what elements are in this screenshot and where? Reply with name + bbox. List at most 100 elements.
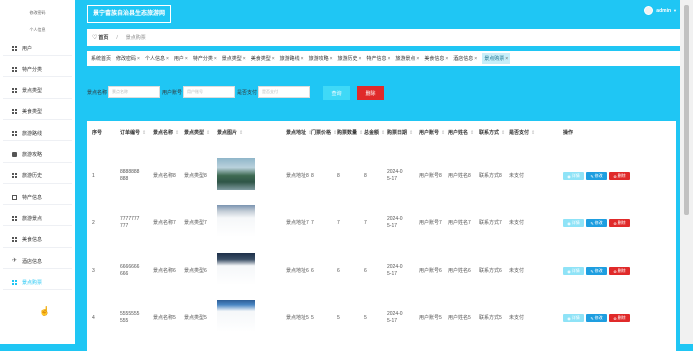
batch-delete-button[interactable]: 删除 [357,86,384,100]
sidebar-item[interactable]: 旅游历史 [3,169,72,184]
detail-button[interactable]: ◉ 详情 [563,172,584,180]
column-header[interactable]: 景点类型 ⇕ [184,129,210,136]
column-header[interactable]: 订单编号 ⇕ [120,129,146,136]
detail-button[interactable]: ◉ 详情 [563,219,584,227]
close-icon[interactable]: × [416,56,419,62]
close-icon[interactable]: × [137,56,140,62]
close-icon[interactable]: × [272,56,275,62]
sort-icon[interactable]: ⇕ [470,130,474,136]
table-cell: 景点名称5 [153,315,176,321]
tab[interactable]: 旅游攻略× [309,55,333,62]
user-menu[interactable]: admin ▼ [644,6,677,15]
user-filter-input[interactable]: 用户账号 [183,86,236,98]
sidebar-item[interactable]: 景点购票 [3,275,72,291]
sort-icon[interactable]: ⇕ [175,130,179,136]
column-header[interactable]: 景点名称 ⇕ [153,129,179,136]
pencil-icon: ✎ [590,173,594,179]
tab[interactable]: 修改密码× [116,55,140,62]
table-cell: 景点地址7 [286,220,309,226]
sort-icon[interactable]: ⇕ [501,130,505,136]
close-icon[interactable]: × [301,56,304,62]
close-icon[interactable]: × [474,56,477,62]
search-button[interactable]: 查询 [323,86,350,100]
sidebar-item[interactable]: ✈ 酒店信息 [3,254,72,269]
sort-icon[interactable]: ⇕ [142,130,146,136]
table-cell: 7 [364,220,367,226]
tab[interactable]: 特产信息× [366,55,390,62]
tab-label: 个人信息 [144,56,165,62]
delete-button[interactable]: ⊗ 删除 [609,172,630,180]
scenic-thumbnail[interactable] [217,253,255,285]
edit-button[interactable]: ✎ 修改 [586,172,607,180]
close-icon[interactable]: × [387,56,390,62]
tab[interactable]: 景点购票× [482,53,511,64]
sort-icon[interactable]: ⇕ [239,130,243,136]
sidebar-item[interactable]: 景点类型 [3,84,72,99]
sort-icon[interactable]: ⇕ [381,130,385,136]
profile-link[interactable]: 个人信息 [0,27,75,33]
tab[interactable]: 旅游景点× [395,55,419,62]
change-password-link[interactable]: 修改密码 [0,10,75,16]
sidebar-item[interactable]: 美食信息 [3,233,72,248]
edit-button[interactable]: ✎ 修改 [586,219,607,227]
tab[interactable]: 旅游路线× [280,55,304,62]
plane-icon: ✈ [12,257,18,264]
sidebar-item[interactable]: 特产分类 [3,62,72,78]
close-icon[interactable]: × [166,56,169,62]
column-header[interactable]: 购票数量 ⇕ [337,129,363,136]
scenic-thumbnail[interactable] [217,300,255,332]
scenic-thumbnail[interactable] [217,158,255,190]
detail-button[interactable]: ◉ 详情 [563,267,584,275]
column-header[interactable]: 景点地址 ⇕ [286,129,312,136]
paid-filter-input[interactable]: 是否支付 [258,86,311,98]
column-header-label: 购票数量 [337,130,358,136]
close-icon[interactable]: × [185,56,188,62]
tab[interactable]: 个人信息× [145,55,169,62]
sidebar-item-label: 特产分类 [22,66,43,73]
tab[interactable]: 旅游历史× [338,55,362,62]
sort-icon[interactable]: ⇕ [441,130,445,136]
scenic-thumbnail[interactable] [217,205,255,237]
close-icon[interactable]: × [505,56,508,62]
column-header: 操作 [563,129,573,136]
sidebar-item[interactable]: 旅游路线 [3,126,72,142]
tab[interactable]: 美食信息× [424,55,448,62]
column-header[interactable]: 联系方式 ⇕ [479,129,505,136]
column-header[interactable]: 用户账号 ⇕ [419,129,445,136]
sidebar-item[interactable]: 美食类型 [3,105,72,120]
table-cell: 联系方式6 [479,268,502,274]
tab[interactable]: 酒店信息× [453,55,477,62]
delete-button[interactable]: ⊗ 删除 [609,267,630,275]
sidebar-item[interactable]: 旅游景点 [3,211,72,227]
tab[interactable]: 用户× [174,55,188,62]
sort-icon[interactable]: ⇕ [409,130,413,136]
breadcrumb-home[interactable]: 首页 [98,34,108,41]
close-icon[interactable]: × [359,56,362,62]
close-icon[interactable]: × [214,56,217,62]
scrollbar-thumb[interactable] [684,5,689,215]
tab[interactable]: 特产分类× [193,55,217,62]
column-header[interactable]: 是否支付 ⇕ [509,129,535,136]
column-header[interactable]: 门票价格 ⇕ [311,129,337,136]
column-header[interactable]: 总金额 ⇕ [364,129,385,136]
tab[interactable]: 系统首页 [91,55,111,62]
close-icon[interactable]: × [445,56,448,62]
close-icon[interactable]: × [330,56,333,62]
edit-button[interactable]: ✎ 修改 [586,267,607,275]
sidebar-item[interactable]: 旅游攻略 [3,148,72,163]
close-icon[interactable]: × [243,56,246,62]
sidebar-item[interactable]: 用户 [3,41,72,56]
column-header[interactable]: 购票日期 ⇕ [387,129,413,136]
tab[interactable]: 景点类型× [222,55,246,62]
name-filter-input[interactable]: 景点名称 [108,86,161,98]
sort-icon[interactable]: ⇕ [206,130,210,136]
sidebar-item[interactable]: 特产信息 [3,190,72,206]
column-header[interactable]: 用户姓名 ⇕ [448,129,474,136]
table-cell: 2024-05-17 [387,264,403,277]
button-label: 删除 [617,173,626,178]
delete-button[interactable]: ⊗ 删除 [609,219,630,227]
sort-icon[interactable]: ⇕ [531,130,535,136]
column-header[interactable]: 景点图片 ⇕ [217,129,243,136]
tab[interactable]: 美食类型× [251,55,275,62]
sort-icon[interactable]: ⇕ [359,130,363,136]
